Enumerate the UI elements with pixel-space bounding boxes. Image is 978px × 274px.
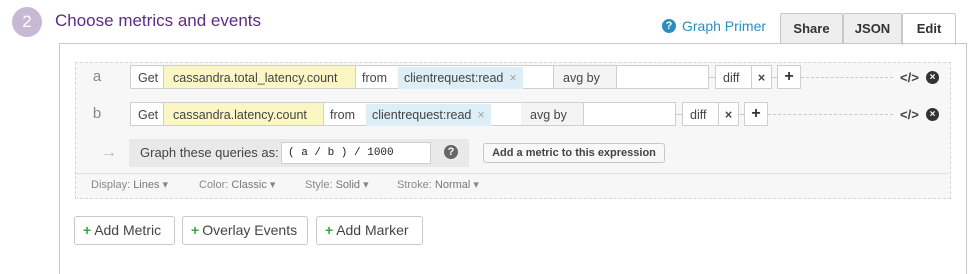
add-metric-button[interactable]: + Add Metric	[74, 216, 175, 245]
get-label: Get	[130, 102, 164, 126]
from-label: from	[356, 65, 398, 89]
connector-line	[768, 114, 893, 115]
tab-share[interactable]: Share	[780, 13, 843, 44]
stroke-option-value: Normal	[434, 179, 471, 191]
display-option-value: Lines	[133, 179, 160, 191]
options-divider	[76, 173, 948, 174]
code-icon[interactable]: </>	[900, 107, 919, 122]
add-metric-label: Add Metric	[94, 222, 162, 238]
query-letter-a: a	[92, 68, 102, 85]
display-option-label: Display:	[91, 179, 131, 191]
get-label: Get	[130, 65, 164, 89]
color-option-value: Classic	[231, 179, 267, 191]
help-icon[interactable]: ?	[444, 145, 458, 159]
plus-icon: +	[325, 222, 334, 238]
group-by-input[interactable]	[584, 102, 676, 126]
tab-edit[interactable]: Edit	[902, 13, 956, 45]
color-option-label: Color:	[199, 179, 229, 191]
overlay-events-label: Overlay Events	[202, 222, 298, 238]
query-letter-b: b	[92, 105, 102, 122]
formula-label: Graph these queries as:	[140, 145, 279, 160]
tag-label: clientrequest:read	[404, 71, 504, 85]
step-number-badge: 2	[12, 7, 42, 37]
aggregation-label: avg by	[554, 65, 617, 89]
arrow-right-icon: →	[101, 144, 117, 161]
plus-icon: +	[191, 222, 200, 238]
aggregation-label: avg by	[521, 102, 584, 126]
graph-primer-label: Graph Primer	[682, 18, 767, 34]
question-circle-icon: ?	[662, 19, 676, 33]
function-diff[interactable]: diff	[682, 102, 719, 126]
add-marker-label: Add Marker	[336, 222, 409, 238]
section-title: Choose metrics and events	[55, 11, 261, 30]
tag-selector[interactable]: clientrequest:read ×	[365, 102, 522, 126]
tag-label: clientrequest:read	[372, 108, 472, 122]
remove-function-icon[interactable]: ×	[719, 102, 739, 126]
from-label: from	[324, 102, 366, 126]
code-icon[interactable]: </>	[900, 70, 919, 85]
tag-chip: clientrequest:read ×	[366, 104, 491, 126]
metric-selector[interactable]: cassandra.total_latency.count	[164, 65, 356, 89]
stroke-option-label: Stroke:	[397, 179, 432, 191]
color-option[interactable]: Color: Classic ▾	[199, 178, 275, 191]
add-function-button[interactable]: +	[777, 65, 801, 89]
tag-selector[interactable]: clientrequest:read ×	[397, 65, 554, 89]
add-metric-to-expression-button[interactable]: Add a metric to this expression	[483, 143, 665, 163]
style-option-value: Solid	[335, 179, 361, 191]
overlay-events-button[interactable]: + Overlay Events	[182, 216, 308, 245]
remove-query-icon[interactable]: ×	[926, 71, 939, 84]
style-option-label: Style:	[305, 179, 333, 191]
add-function-button[interactable]: +	[744, 102, 768, 126]
graph-primer-link[interactable]: ? Graph Primer	[662, 18, 766, 34]
display-option[interactable]: Display: Lines ▾	[91, 178, 168, 191]
remove-tag-icon[interactable]: ×	[477, 108, 484, 122]
style-option[interactable]: Style: Solid ▾	[305, 178, 369, 191]
remove-tag-icon[interactable]: ×	[509, 71, 516, 85]
tab-json[interactable]: JSON	[843, 13, 902, 44]
group-by-input[interactable]	[617, 65, 709, 89]
formula-input[interactable]: ( a / b ) / 1000	[281, 142, 431, 164]
metric-selector[interactable]: cassandra.latency.count	[164, 102, 324, 126]
add-marker-button[interactable]: + Add Marker	[316, 216, 423, 245]
connector-line	[801, 77, 893, 78]
plus-icon: +	[83, 222, 92, 238]
function-diff[interactable]: diff	[715, 65, 752, 89]
remove-query-icon[interactable]: ×	[926, 108, 939, 121]
stroke-option[interactable]: Stroke: Normal ▾	[397, 178, 479, 191]
remove-function-icon[interactable]: ×	[752, 65, 772, 89]
tag-chip: clientrequest:read ×	[398, 67, 523, 89]
